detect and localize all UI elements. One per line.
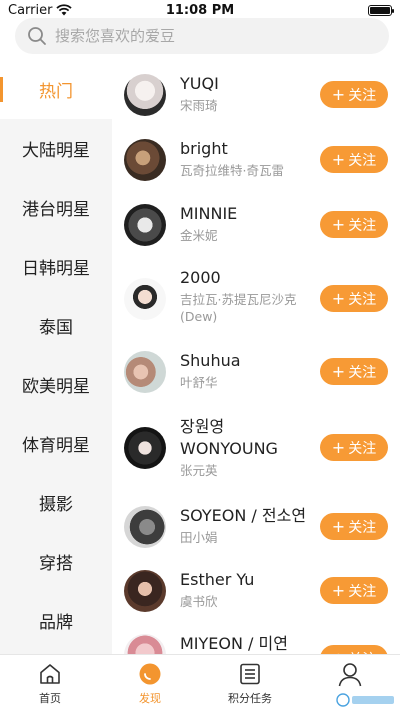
follow-button[interactable]: +关注 [320, 577, 388, 604]
home-icon [40, 664, 60, 684]
idol-subtitle: 叶舒华 [180, 375, 218, 390]
sidebar-item-sports[interactable]: 体育明星 [0, 414, 112, 473]
avatar [124, 506, 166, 548]
search-input[interactable] [55, 27, 355, 45]
watermark-logo [336, 693, 394, 707]
follow-button[interactable]: +关注 [320, 81, 388, 108]
idol-subtitle: 宋雨琦 [180, 98, 218, 113]
sidebar-item-label: 穿搭 [39, 554, 73, 574]
list-item[interactable]: SOYEON / 전소연 田小娟 + 关注 [112, 505, 400, 549]
follow-label: 关注 [348, 152, 377, 169]
plus-icon: + [331, 516, 346, 536]
list-item[interactable]: Esther Yu 虞书欣 + 关注 [112, 569, 400, 613]
avatar [124, 351, 166, 393]
discover-icon [139, 663, 161, 685]
search-icon [28, 27, 46, 45]
follow-label: 关注 [348, 87, 377, 104]
follow-label: 关注 [348, 583, 377, 600]
sidebar-item-label: 热门 [39, 82, 73, 102]
sidebar-item-label: 泰国 [39, 318, 73, 338]
idol-name: MIYEON / 미연 [180, 634, 288, 653]
idol-name: SOYEON / 전소연 [180, 506, 307, 525]
plus-icon: + [331, 437, 346, 457]
avatar [124, 139, 166, 181]
idol-list[interactable]: YUQI 宋雨琦 + 关注 bright 瓦奇拉维特·奇瓦雷 + 关注 MINNIE… [112, 60, 400, 654]
list-item[interactable]: bright 瓦奇拉维特·奇瓦雷 + 关注 [112, 138, 400, 182]
tab-label: 发现 [139, 692, 161, 705]
sidebar-item-label: 日韩明星 [22, 259, 90, 279]
tab-label: 积分任务 [228, 692, 272, 705]
tab-home[interactable]: 首页 [0, 655, 100, 711]
follow-button[interactable]: +关注 [320, 513, 388, 540]
tab-label: 首页 [39, 692, 61, 705]
idol-name: MINNIE [180, 204, 238, 223]
list-item[interactable]: MINNIE 金米妮 + 关注 [112, 203, 400, 247]
list-item[interactable]: 장원영 WONYOUNG 张元英 + 关注 [112, 416, 400, 478]
avatar [124, 74, 166, 116]
sidebar-item-western[interactable]: 欧美明星 [0, 355, 112, 414]
idol-name: Esther Yu [180, 570, 255, 589]
list-item[interactable]: YUQI 宋雨琦 + 关注 [112, 73, 400, 117]
task-list-icon [240, 663, 260, 685]
follow-label: 关注 [348, 440, 377, 457]
sidebar-item-jp-kr[interactable]: 日韩明星 [0, 237, 112, 296]
follow-label: 关注 [348, 364, 377, 381]
profile-icon [338, 663, 362, 687]
follow-button[interactable]: +关注 [320, 434, 388, 461]
idol-name: 2000 [180, 268, 221, 287]
battery-icon [368, 4, 394, 16]
tab-discover[interactable]: 发现 [100, 655, 200, 711]
sidebar-item-mainland[interactable]: 大陆明星 [0, 119, 112, 178]
follow-button[interactable]: +关注 [320, 645, 388, 654]
follow-button[interactable]: +关注 [320, 146, 388, 173]
follow-button[interactable]: +关注 [320, 211, 388, 238]
sidebar-item-label: 品牌 [39, 613, 73, 633]
sidebar-item-photography[interactable]: 摄影 [0, 473, 112, 532]
plus-icon: + [331, 288, 346, 308]
idol-name: bright [180, 139, 228, 158]
avatar [124, 204, 166, 246]
idol-subtitle: 瓦奇拉维特·奇瓦雷 [180, 163, 284, 178]
sidebar-item-label: 摄影 [39, 495, 73, 515]
idol-subtitle: 虞书欣 [180, 594, 218, 609]
list-item[interactable]: MIYEON / 미연 +关注 [112, 633, 400, 654]
plus-icon: + [331, 214, 346, 234]
status-bar: Carrier 11:08 PM [0, 0, 400, 20]
sidebar-item-label: 大陆明星 [22, 141, 90, 161]
follow-label: 关注 [348, 217, 377, 234]
plus-icon: + [331, 84, 346, 104]
follow-button[interactable]: +关注 [320, 285, 388, 312]
list-item[interactable]: 2000 吉拉瓦·苏提瓦尼沙克(Dew) + 关注 [112, 267, 400, 331]
sidebar-item-hot[interactable]: 热门 [0, 60, 112, 119]
idol-subtitle: 张元英 [180, 463, 218, 478]
sidebar-item-label: 欧美明星 [22, 377, 90, 397]
tab-points-tasks[interactable]: 积分任务 [200, 655, 300, 711]
sidebar-item-label: 体育明星 [22, 436, 90, 456]
avatar [124, 427, 166, 469]
category-sidebar: 热门 大陆明星 港台明星 日韩明星 泰国 欧美明星 体育明星 摄影 穿搭 品牌 [0, 60, 112, 654]
search-bar[interactable] [15, 18, 389, 54]
idol-subtitle: 金米妮 [180, 228, 218, 243]
avatar [124, 278, 166, 320]
follow-label: 关注 [348, 519, 377, 536]
idol-name: Shuhua [180, 351, 241, 370]
plus-icon: + [331, 580, 346, 600]
idol-name: YUQI [180, 74, 219, 93]
idol-subtitle: 吉拉瓦·苏提瓦尼沙克(Dew) [180, 292, 297, 324]
plus-icon: + [331, 361, 346, 381]
sidebar-item-thailand[interactable]: 泰国 [0, 296, 112, 355]
sidebar-item-hk-tw[interactable]: 港台明星 [0, 178, 112, 237]
follow-button[interactable]: +关注 [320, 358, 388, 385]
avatar [124, 634, 166, 654]
sidebar-item-brand[interactable]: 品牌 [0, 591, 112, 650]
sidebar-item-label: 港台明星 [22, 200, 90, 220]
sidebar-item-outfit[interactable]: 穿搭 [0, 532, 112, 591]
avatar [124, 570, 166, 612]
plus-icon: + [331, 149, 346, 169]
status-time: 11:08 PM [165, 3, 235, 18]
idol-name: 장원영 WONYOUNG [180, 417, 278, 458]
idol-subtitle: 田小娟 [180, 530, 218, 545]
list-item[interactable]: Shuhua 叶舒华 + 关注 [112, 350, 400, 394]
follow-label: 关注 [348, 291, 377, 308]
